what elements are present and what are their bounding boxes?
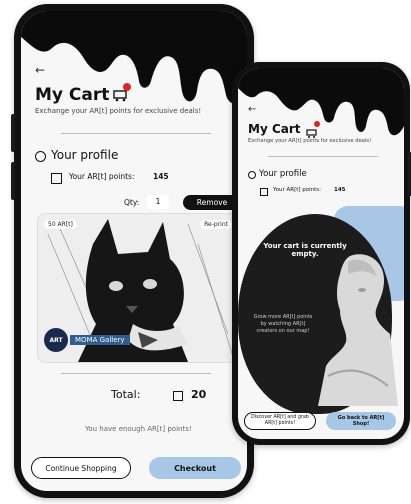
points-icon [51,173,62,184]
shopping-cart-icon[interactable] [306,121,320,138]
phone-right: ← My Cart Exchange your AR[t] points for… [232,62,411,445]
phone-left: ← My Cart Exchange your AR[t] points for… [11,4,254,498]
back-to-shop-button[interactable]: Go back to AR[t] Shop! [326,412,396,430]
cart-subtitle: Exchange your AR[t] points for exclusive… [35,107,202,115]
user-icon [248,171,256,179]
cat-artwork-image [38,214,238,362]
divider [61,373,211,374]
points-label: Your AR[t] points: [273,187,322,193]
reprint-tag: Re-print [200,220,232,229]
screen-left: ← My Cart Exchange your AR[t] points for… [21,11,247,491]
points-value: 145 [153,172,169,181]
cart-title: My Cart [35,85,110,105]
divider [268,156,378,157]
brand-name: MOMA Gallery [70,335,130,345]
discover-button[interactable]: Discover AR[t] and grab AR[t] points! [244,412,316,430]
checkout-button[interactable]: Checkout [149,457,241,479]
side-button [11,114,15,152]
total-value: 20 [191,388,207,401]
profile-heading: Your profile [259,169,307,179]
back-arrow-icon[interactable]: ← [248,104,256,115]
empty-cart-hint: Grow more AR[t] points by watching AR[t]… [253,314,313,334]
total-label: Total: [111,388,141,401]
cart-subtitle: Exchange your AR[t] points for exclusive… [248,138,372,144]
qty-label: Qty: [124,198,140,207]
points-icon [260,188,268,196]
product-card[interactable]: 50 AR[t] Re-print ART MOMA Gallery [37,213,239,363]
shopping-cart-icon[interactable] [113,83,131,102]
points-value: 145 [334,187,346,193]
dynamic-island [101,23,167,45]
side-button [11,162,15,200]
statue-bust-image [318,254,398,406]
back-arrow-icon[interactable]: ← [35,63,45,77]
points-label: Your AR[t] points: [69,172,135,181]
price-tag: 50 AR[t] [44,220,77,229]
user-icon [35,151,46,162]
dynamic-island [296,77,346,93]
qty-value[interactable]: 1 [147,195,169,209]
screen-right: ← My Cart Exchange your AR[t] points for… [238,68,404,439]
continue-shopping-button[interactable]: Continue Shopping [31,457,131,479]
cart-badge [314,121,320,127]
brand-logo: ART [44,328,68,352]
cart-badge [123,83,131,91]
profile-heading: Your profile [51,148,119,162]
brand-logo-text: ART [49,336,63,344]
enough-points-message: You have enough AR[t] points! [85,425,192,433]
divider [61,133,211,134]
points-icon [173,391,183,401]
cart-title: My Cart [248,122,301,136]
